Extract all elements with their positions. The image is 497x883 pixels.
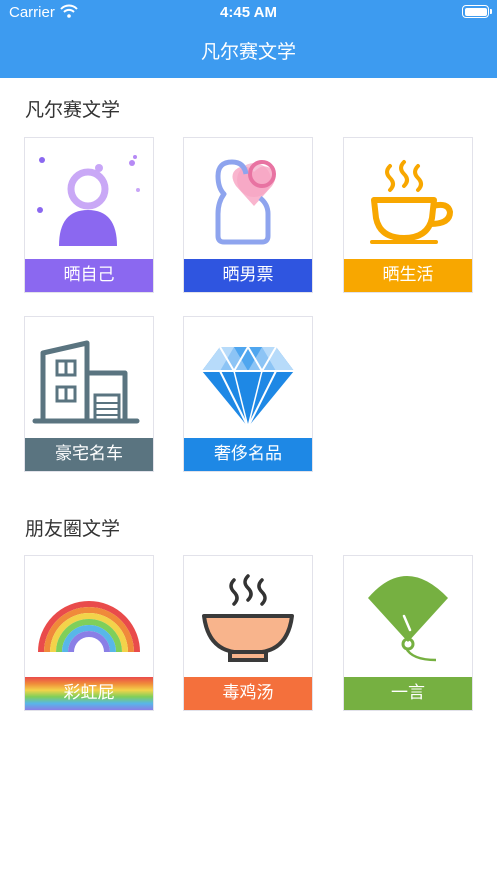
diamond-icon xyxy=(202,345,294,430)
building-icon xyxy=(32,340,140,424)
tile-show-life[interactable]: 晒生活 xyxy=(343,137,473,293)
rainbow-icon xyxy=(38,601,140,653)
battery-icon xyxy=(462,5,492,18)
tile-label: 晒自己 xyxy=(25,259,153,292)
status-time: 4:45 AM xyxy=(220,4,277,21)
tile-label: 豪宅名车 xyxy=(25,438,153,471)
couple-icon xyxy=(215,159,276,245)
soup-bowl-icon xyxy=(202,574,294,662)
tile-one-word[interactable]: 一言 xyxy=(343,555,473,711)
coffee-cup-icon xyxy=(370,160,454,244)
tile-show-boyfriend[interactable]: 晒男票 xyxy=(183,137,313,293)
section-title-moments: 朋友圈文学 xyxy=(25,518,121,540)
tile-mansion-car[interactable]: 豪宅名车 xyxy=(24,316,154,472)
tile-label: 晒生活 xyxy=(344,259,472,292)
status-bar: Carrier 4:45 AM xyxy=(0,0,497,26)
section-title-versailles: 凡尔赛文学 xyxy=(25,99,121,121)
top-header: Carrier 4:45 AM 凡尔赛文学 xyxy=(0,0,497,78)
person-icon xyxy=(37,155,140,246)
tile-label: 毒鸡汤 xyxy=(184,677,312,710)
tile-label: 彩虹屁 xyxy=(25,677,153,710)
tile-label: 奢侈名品 xyxy=(184,438,312,471)
tile-rainbow-compliment[interactable]: 彩虹屁 xyxy=(24,555,154,711)
tile-label: 晒男票 xyxy=(184,259,312,292)
fan-icon xyxy=(368,576,448,662)
tile-luxury-goods[interactable]: 奢侈名品 xyxy=(183,316,313,472)
tile-label: 一言 xyxy=(344,677,472,710)
tile-poison-soup[interactable]: 毒鸡汤 xyxy=(183,555,313,711)
tile-show-self[interactable]: 晒自己 xyxy=(24,137,154,293)
page-title: 凡尔赛文学 xyxy=(200,41,296,63)
